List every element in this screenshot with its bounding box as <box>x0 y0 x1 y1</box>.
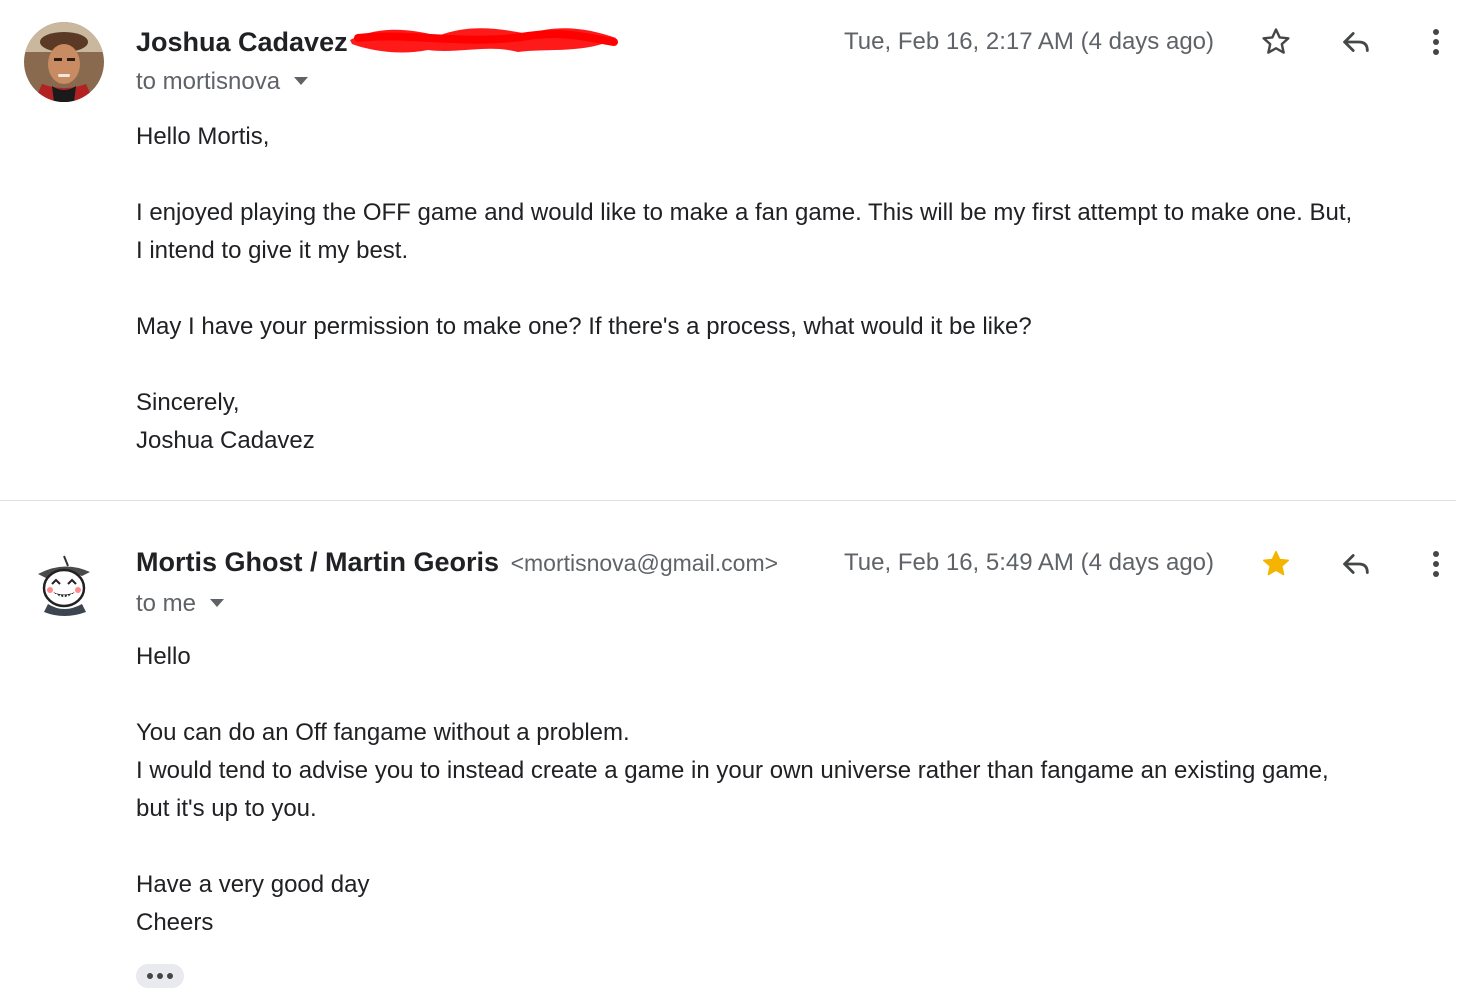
star-filled-icon <box>1262 550 1290 576</box>
recipient-line[interactable]: to mortisnova <box>136 67 309 97</box>
body-paragraph-2: May I have your permission to make one? … <box>136 313 1032 340</box>
star-button[interactable] <box>1254 542 1298 586</box>
reply-button[interactable] <box>1334 20 1378 64</box>
message-timestamp: Tue, Feb 16, 5:49 AM (4 days ago) <box>844 549 1214 576</box>
sender-email: <mortisnova@gmail.com> <box>510 550 779 576</box>
recipient-text: to mortisnova <box>136 68 281 95</box>
message-divider <box>0 500 1456 501</box>
body-paragraph-1: You can do an Off fangame without a prob… <box>136 719 630 746</box>
avatar-ghost-drawing <box>24 542 104 622</box>
redaction-scribble <box>350 28 618 53</box>
email-message-2: Mortis Ghost / Martin Georis <mortisnova… <box>0 502 1474 1004</box>
body-closing-2: Cheers <box>136 909 214 936</box>
reply-icon <box>1343 32 1369 52</box>
more-vertical-icon <box>1433 551 1439 577</box>
sender-name[interactable]: Mortis Ghost / Martin Georis <box>136 547 499 577</box>
more-options-button[interactable] <box>1414 20 1458 64</box>
body-closing-1: Have a very good day <box>136 871 370 898</box>
sender-line: Joshua Cadavez <box>136 26 348 58</box>
body-paragraph-2-line-1: I would tend to advise you to instead cr… <box>136 757 1329 784</box>
body-paragraph-2-line-2: but it's up to you. <box>136 795 317 822</box>
body-greeting: Hello Mortis, <box>136 123 270 150</box>
chevron-down-icon[interactable] <box>210 598 225 607</box>
trimmed-dot <box>157 973 163 979</box>
trimmed-dot <box>167 973 173 979</box>
star-button[interactable] <box>1254 20 1298 64</box>
star-outline-icon <box>1262 28 1290 54</box>
message-body: Hello Mortis, I enjoyed playing the OFF … <box>136 118 1466 460</box>
sender-name[interactable]: Joshua Cadavez <box>136 27 348 57</box>
body-paragraph-1-line-1: I enjoyed playing the OFF game and would… <box>136 199 1353 226</box>
reply-icon <box>1343 554 1369 574</box>
body-signature: Joshua Cadavez <box>136 427 315 454</box>
more-options-button[interactable] <box>1414 542 1458 586</box>
chevron-down-icon[interactable] <box>294 76 309 85</box>
body-signoff: Sincerely, <box>136 389 240 416</box>
body-greeting: Hello <box>136 643 191 670</box>
trimmed-dot <box>147 973 153 979</box>
show-trimmed-content-button[interactable] <box>136 964 184 988</box>
sender-avatar[interactable] <box>24 542 104 622</box>
message-timestamp: Tue, Feb 16, 2:17 AM (4 days ago) <box>844 28 1214 55</box>
sender-line: Mortis Ghost / Martin Georis <mortisnova… <box>136 546 778 579</box>
body-paragraph-1-line-2: I intend to give it my best. <box>136 237 409 264</box>
email-message-1: Joshua Cadavez to mortisnova Tue, Feb 16… <box>0 0 1474 500</box>
reply-button[interactable] <box>1334 542 1378 586</box>
sender-avatar[interactable] <box>24 22 104 102</box>
message-body: Hello You can do an Off fangame without … <box>136 638 1466 942</box>
avatar-photo <box>24 22 104 102</box>
recipient-text: to me <box>136 590 197 617</box>
more-vertical-icon <box>1433 29 1439 55</box>
recipient-line[interactable]: to me <box>136 589 225 619</box>
